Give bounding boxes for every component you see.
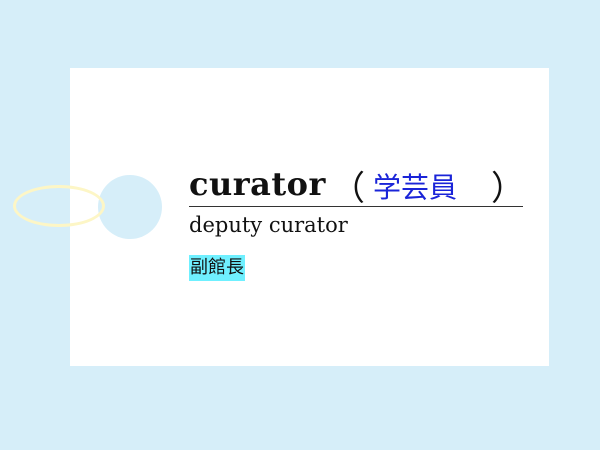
close-paren: ）: [491, 169, 525, 209]
headword: curator: [189, 165, 326, 203]
headword-translation: 学芸員: [373, 171, 458, 204]
related-word: deputy curator: [189, 213, 348, 237]
tag-string: [13, 185, 105, 227]
open-paren: （: [331, 169, 365, 209]
headword-row: curator （ 学芸員 ）: [189, 161, 525, 209]
card-hole: [98, 175, 162, 239]
related-word-translation: 副館長: [189, 255, 245, 281]
